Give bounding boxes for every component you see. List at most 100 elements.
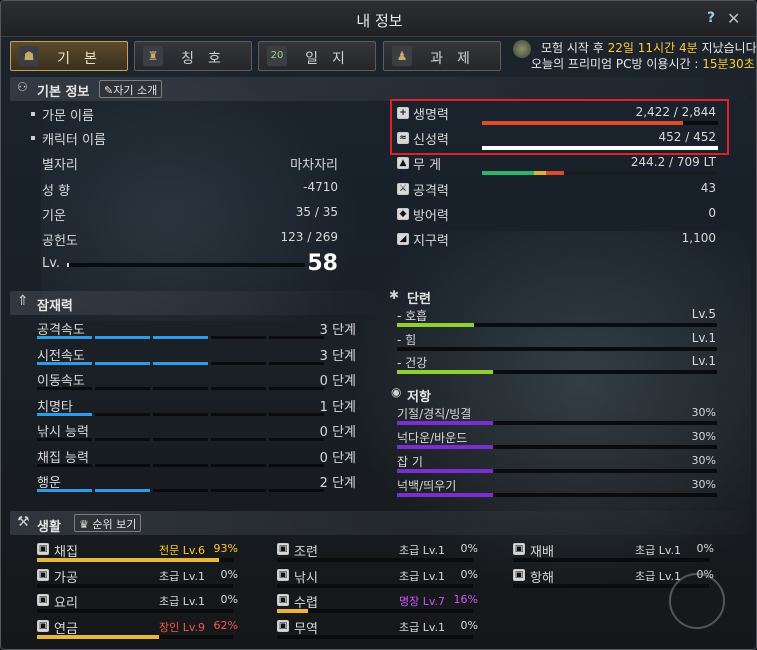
karma-value: -4710 [303, 180, 338, 194]
training-value: Lv.1 [691, 330, 716, 345]
potential-header: 잠재력 [37, 299, 73, 314]
person-icon: ☗ [19, 46, 39, 66]
potential-segment [153, 438, 208, 441]
life-skill-grade: 초급 Lv.1 [634, 569, 681, 583]
potential-segment [153, 361, 208, 365]
potential-segment [95, 336, 150, 339]
potential-segment [37, 438, 92, 441]
life-skill-grade: 초급 Lv.1 [158, 595, 205, 608]
life-skill-bar [277, 558, 473, 562]
resistance-fill [397, 493, 493, 497]
potential-segment [269, 336, 324, 339]
help-icon[interactable]: ? [707, 10, 715, 26]
black-spirit-icon [513, 40, 531, 58]
tab-basic[interactable]: ☗ 기본 [10, 41, 128, 71]
potential-segment [95, 361, 150, 365]
life-skill-bar [37, 634, 233, 639]
energy-label: 기운 [42, 209, 66, 224]
title-icon: ♜ [143, 46, 163, 66]
pickaxe-icon: ⚒ [17, 514, 30, 530]
potential-segment [211, 336, 266, 339]
potential-segment [95, 489, 150, 492]
potential-segment [153, 463, 208, 467]
training-fill [397, 323, 474, 327]
life-skill-bar [513, 558, 709, 562]
resistance-bar [397, 445, 717, 449]
person-small-icon: ⚇ [17, 80, 28, 94]
potential-segment [269, 438, 324, 441]
farming-icon: ▣ [513, 543, 525, 555]
life-skill-bar [277, 609, 473, 613]
life-skill-grade: 초급 Lv.1 [634, 544, 681, 557]
tab-quest-label: 과제 [430, 51, 484, 67]
tab-title-label: 칭호 [181, 51, 235, 67]
my-info-window: 내 정보 ? ✕ ☗ 기본 ♜ 칭호 20 일지 ♟ 과제 모험 시작 후 22… [0, 0, 757, 650]
constellation-value: 마차자리 [290, 158, 338, 173]
life-skill-grade: 초급 Lv.1 [398, 620, 445, 634]
potential-segment [211, 463, 266, 467]
potential-segment [269, 361, 324, 365]
quest-icon: ♟ [392, 46, 412, 66]
window-title: 내 정보 [356, 12, 403, 30]
potential-segment [37, 387, 92, 390]
resistance-label: 넉다운/바운드 [397, 431, 468, 445]
self-intro-button[interactable]: ✎자기 소개 [99, 80, 163, 98]
life-skill-percent: 0% [460, 567, 478, 581]
trade-icon: ▣ [277, 619, 289, 632]
tab-title[interactable]: ♜ 칭호 [134, 41, 252, 71]
life-skill-fill [37, 634, 159, 639]
life-skill-bar [277, 583, 473, 588]
resistance-value: 30% [691, 454, 716, 467]
weight-label: 무 게 [413, 158, 442, 173]
life-header: 생활 [37, 520, 61, 535]
life-skill-percent: 62% [213, 618, 238, 632]
attack-value: 43 [700, 181, 716, 195]
weight-value: 244.2 / 709 LT [630, 155, 716, 169]
basic-info-header: 기본 정보 [37, 85, 90, 100]
contribution-label: 공헌도 [42, 234, 78, 249]
calendar-icon: 20 [267, 46, 287, 66]
training-bar [397, 370, 717, 374]
sailing-icon: ▣ [513, 568, 525, 581]
life-skill-bar [37, 609, 233, 613]
resistance-bar [397, 469, 717, 473]
potential-segment [211, 387, 266, 390]
potential-segment [269, 489, 324, 492]
life-skill-percent: 0% [220, 567, 238, 581]
gather-icon: ▣ [37, 543, 49, 555]
life-skill-percent: 93% [213, 542, 238, 555]
training-value: Lv.1 [691, 354, 716, 368]
defense-icon: ◆ [397, 208, 409, 220]
game-logo-icon [669, 573, 725, 629]
alchemy-icon: ▣ [37, 619, 49, 632]
tab-journal[interactable]: 20 일지 [258, 41, 376, 71]
resistance-fill [397, 469, 493, 473]
potential-segment [153, 412, 208, 416]
attack-icon: ⚔ [397, 183, 409, 195]
potential-segment [211, 438, 266, 441]
potential-segment [153, 336, 208, 339]
fishing-icon: ▣ [277, 568, 289, 581]
life-skill-percent: 0% [220, 593, 238, 606]
life-skill-grade: 장인 Lv.9 [158, 620, 205, 634]
attack-label: 공격력 [413, 184, 449, 199]
life-skill-grade: 초급 Lv.1 [398, 544, 445, 557]
level-value: 58 [307, 251, 338, 276]
potential-segment [211, 489, 266, 492]
tab-quest[interactable]: ♟ 과제 [383, 41, 501, 71]
family-name-label: 가문 이름 [42, 109, 94, 124]
pc-room-time-notice: 오늘의 프리미엄 PC방 이용시간 : 15분30초 [531, 57, 755, 71]
rank-view-button[interactable]: ♛ 순위 보기 [74, 514, 142, 532]
training-header: 단련 [407, 292, 431, 307]
title-bar[interactable]: 내 정보 ? ✕ [1, 1, 756, 37]
bullet [31, 112, 35, 116]
resistance-value: 30% [691, 478, 716, 491]
resistance-fill [397, 445, 493, 449]
close-icon[interactable]: ✕ [727, 9, 740, 28]
training-bar [397, 346, 717, 351]
training-bar [397, 323, 717, 327]
contribution-value: 123 / 269 [280, 230, 338, 244]
life-skill-grade: 초급 Lv.1 [398, 569, 445, 583]
training-fill [397, 370, 493, 374]
potential-segment [95, 412, 150, 416]
